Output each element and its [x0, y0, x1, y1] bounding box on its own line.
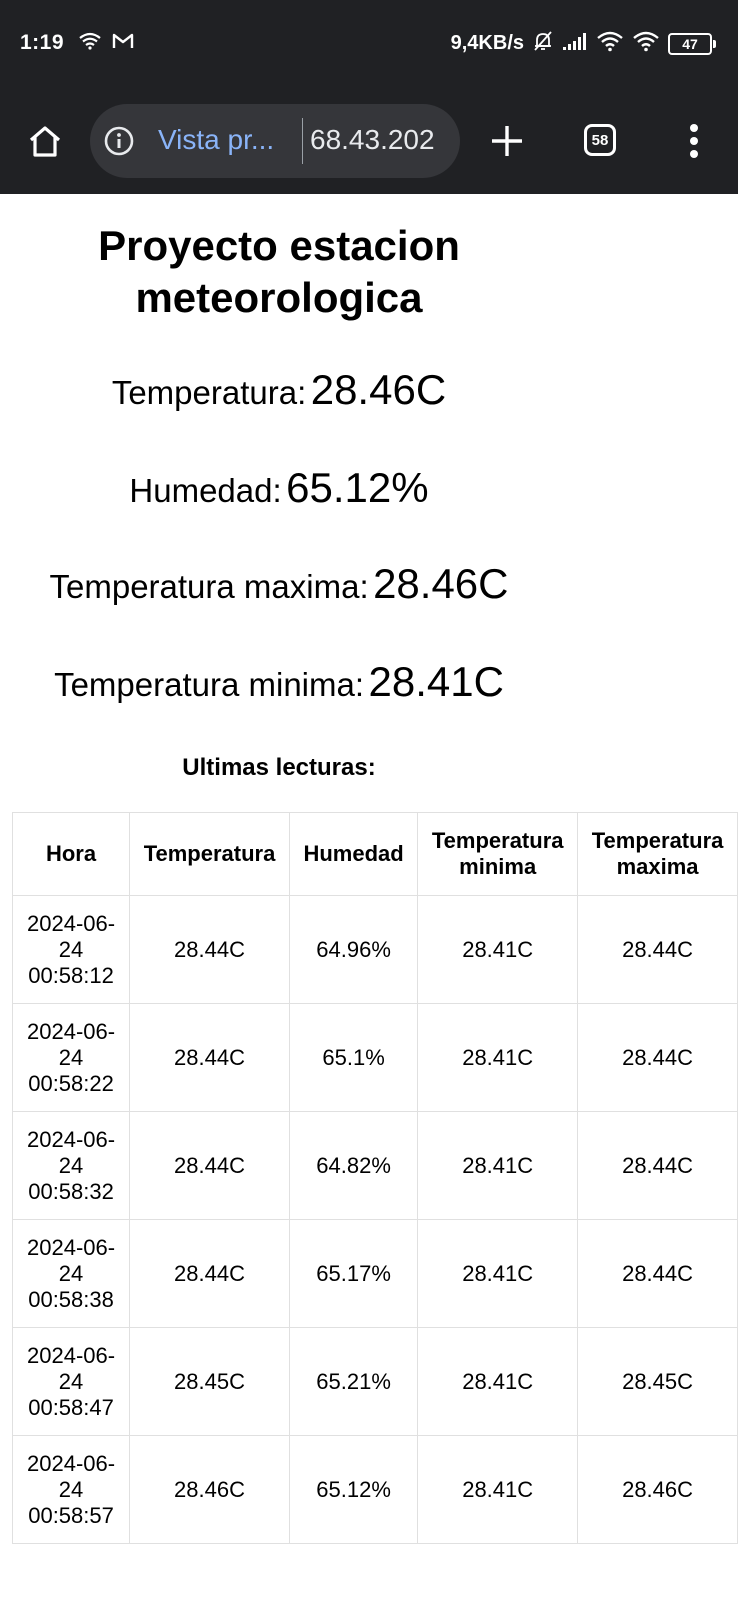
battery-level: 47	[668, 32, 712, 55]
omnibox-divider	[302, 118, 303, 164]
table-row: 2024-06-24 00:58:38 28.44C 65.17% 28.41C…	[11, 1219, 738, 1328]
status-bar: 1:19 9,4KB/s 47	[0, 0, 738, 90]
cell-temperatura-maxima: 28.44C	[577, 1003, 738, 1112]
cell-humedad: 65.21%	[288, 1327, 419, 1436]
tab-switcher-button[interactable]: 58	[584, 124, 616, 156]
table-row: 2024-06-24 00:58:57 28.46C 65.12% 28.41C…	[11, 1435, 738, 1544]
browser-toolbar: Vista pr... 68.43.202 58	[0, 90, 738, 194]
cell-temperatura-maxima: 28.46C	[577, 1435, 738, 1544]
signal-icon	[562, 31, 588, 56]
header-hora: Hora	[11, 812, 131, 896]
cell-temperatura-minima: 28.41C	[417, 1219, 579, 1328]
cell-humedad: 64.96%	[288, 895, 419, 1004]
reading-value: 65.12%	[286, 464, 429, 511]
cell-humedad: 65.17%	[288, 1219, 419, 1328]
cell-temperatura: 28.46C	[129, 1435, 290, 1544]
url-text[interactable]: 68.43.202	[310, 124, 435, 156]
cell-hora: 2024-06-24 00:58:38	[11, 1219, 131, 1328]
cell-humedad: 65.1%	[288, 1003, 419, 1112]
table-row: 2024-06-24 00:58:32 28.44C 64.82% 28.41C…	[11, 1111, 738, 1220]
reading-temperatura: Temperatura: 28.46C	[0, 366, 558, 414]
cell-temperatura-minima: 28.41C	[417, 1435, 579, 1544]
cell-temperatura: 28.45C	[129, 1327, 290, 1436]
header-humedad: Humedad	[288, 812, 419, 896]
home-icon	[29, 126, 61, 157]
status-time: 1:19	[20, 31, 65, 54]
cell-humedad: 64.82%	[288, 1111, 419, 1220]
table-row: 2024-06-24 00:58:47 28.45C 65.21% 28.41C…	[11, 1327, 738, 1436]
cell-hora: 2024-06-24 00:58:32	[11, 1111, 131, 1220]
cell-hora: 2024-06-24 00:58:12	[11, 895, 131, 1004]
mute-bell-icon	[532, 30, 554, 57]
cell-temperatura-minima: 28.41C	[417, 1327, 579, 1436]
table-row: 2024-06-24 00:58:22 28.44C 65.1% 28.41C …	[11, 1003, 738, 1112]
cell-temperatura-maxima: 28.44C	[577, 1111, 738, 1220]
more-menu-button[interactable]	[676, 120, 712, 162]
tab-count: 58	[591, 131, 609, 149]
reading-value: 28.46C	[310, 366, 447, 413]
battery-icon: 47	[668, 32, 716, 55]
network-speed: 9,4KB/s	[450, 32, 524, 54]
readings-table: Hora Temperatura Humedad Temperatura min…	[11, 812, 738, 1544]
header-temperatura: Temperatura	[129, 812, 290, 896]
reading-label: Humedad:	[129, 472, 282, 509]
cell-hora: 2024-06-24 00:58:57	[11, 1435, 131, 1544]
reading-label: Temperatura maxima:	[49, 568, 369, 605]
reading-value: 28.46C	[373, 560, 509, 607]
home-button[interactable]	[24, 120, 66, 162]
cell-temperatura-maxima: 28.44C	[577, 895, 738, 1004]
wifi-icon-secondary	[632, 30, 660, 57]
address-bar[interactable]: Vista pr... 68.43.202	[90, 104, 460, 178]
reading-label: Temperatura:	[111, 374, 307, 411]
table-heading: Ultimas lecturas:	[182, 754, 376, 781]
reading-temperatura-minima: Temperatura minima: 28.41C	[0, 658, 558, 706]
new-tab-button[interactable]	[486, 120, 528, 162]
plus-icon	[492, 126, 522, 156]
cell-temperatura-minima: 28.41C	[417, 1111, 579, 1220]
status-right-icons: 9,4KB/s 47	[451, 30, 716, 57]
header-temperatura-maxima: Temperatura maxima	[577, 812, 738, 896]
cell-temperatura-minima: 28.41C	[417, 1003, 579, 1112]
cell-temperatura: 28.44C	[129, 1003, 290, 1112]
cell-hora: 2024-06-24 00:58:22	[11, 1003, 131, 1112]
cell-temperatura: 28.44C	[129, 1219, 290, 1328]
table-row: 2024-06-24 00:58:12 28.44C 64.96% 28.41C…	[11, 895, 738, 1004]
cell-temperatura: 28.44C	[129, 1111, 290, 1220]
reading-value: 28.41C	[368, 658, 504, 705]
reading-label: Temperatura minima:	[54, 666, 365, 703]
status-left-icons	[78, 32, 134, 55]
cell-temperatura-minima: 28.41C	[417, 895, 579, 1004]
wifi-icon	[596, 30, 624, 57]
wifi-hotspot-icon	[78, 32, 102, 55]
cell-temperatura-maxima: 28.45C	[577, 1327, 738, 1436]
header-temperatura-minima: Temperatura minima	[417, 812, 579, 896]
page-title-chip[interactable]: Vista pr...	[158, 124, 274, 156]
cell-temperatura-maxima: 28.44C	[577, 1219, 738, 1328]
cell-hora: 2024-06-24 00:58:47	[11, 1327, 131, 1436]
gmail-icon	[112, 32, 134, 55]
table-header-row: Hora Temperatura Humedad Temperatura min…	[11, 812, 738, 896]
reading-temperatura-maxima: Temperatura maxima: 28.46C	[0, 560, 558, 608]
cell-temperatura: 28.44C	[129, 895, 290, 1004]
reading-humedad: Humedad: 65.12%	[0, 464, 558, 512]
page-title: Proyecto estacion meteorologica	[98, 222, 460, 321]
info-icon[interactable]	[104, 126, 134, 156]
cell-humedad: 65.12%	[288, 1435, 419, 1544]
